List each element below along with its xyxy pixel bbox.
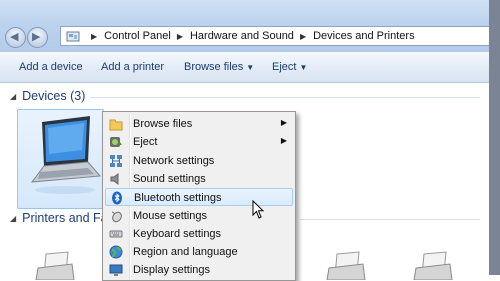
- command-bar: Add a device Add a printer Browse files ▼…: [0, 52, 489, 83]
- breadcrumb-devices-and-printers[interactable]: Devices and Printers: [313, 30, 415, 42]
- dropdown-caret-icon: ▼: [299, 63, 308, 72]
- globe-icon: [109, 245, 123, 259]
- control-panel-icon: [66, 31, 80, 42]
- menu-item-sound-settings[interactable]: Sound settings: [105, 170, 293, 188]
- menu-item-display-settings[interactable]: Display settings: [105, 261, 293, 279]
- menu-item-label: Display settings: [133, 264, 211, 276]
- collapse-triangle-icon[interactable]: ◢: [10, 92, 16, 101]
- back-arrow-icon: ◀: [10, 31, 19, 43]
- menu-item-region-and-language[interactable]: Region and language: [105, 243, 293, 261]
- printer-icon[interactable]: [325, 250, 367, 280]
- browse-files-button[interactable]: Browse files ▼: [184, 61, 254, 73]
- breadcrumb-separator-icon[interactable]: ▶: [177, 32, 183, 41]
- menu-item-label: Browse files: [133, 118, 193, 130]
- group-divider: [300, 219, 480, 220]
- address-bar[interactable]: ▶ Control Panel ▶ Hardware and Sound ▶ D…: [60, 26, 494, 46]
- add-device-button[interactable]: Add a device: [19, 61, 83, 73]
- window-edge: [489, 0, 500, 275]
- printers-group-header[interactable]: ◢ Printers and Fa: [10, 211, 108, 225]
- mouse-icon: [111, 211, 122, 223]
- submenu-arrow-icon: ▶: [280, 118, 287, 127]
- browse-files-label: Browse files: [184, 61, 244, 73]
- group-divider: [90, 97, 480, 98]
- back-button[interactable]: ◀: [5, 27, 26, 48]
- context-menu: Browse files ▶ Eject ▶ Network settings …: [102, 111, 296, 281]
- printer-icon[interactable]: [412, 250, 454, 280]
- collapse-triangle-icon[interactable]: ◢: [10, 214, 16, 223]
- devices-group-label: Devices (3): [22, 89, 86, 103]
- breadcrumb: ▶ Control Panel ▶ Hardware and Sound ▶ D…: [85, 30, 415, 42]
- bluetooth-icon: [112, 191, 122, 205]
- network-icon: [110, 155, 122, 167]
- dropdown-caret-icon: ▼: [246, 63, 255, 72]
- menu-item-browse-files[interactable]: Browse files ▶: [105, 115, 293, 133]
- menu-item-label: Region and language: [133, 246, 238, 258]
- breadcrumb-separator-icon[interactable]: ▶: [300, 32, 306, 41]
- forward-button[interactable]: ▶: [27, 27, 48, 48]
- forward-arrow-icon: ▶: [32, 31, 41, 43]
- menu-item-label: Sound settings: [133, 173, 206, 185]
- menu-item-network-settings[interactable]: Network settings: [105, 152, 293, 170]
- breadcrumb-separator-icon[interactable]: ▶: [91, 32, 97, 41]
- eject-label: Eject: [272, 61, 297, 73]
- add-printer-button[interactable]: Add a printer: [101, 61, 164, 73]
- submenu-arrow-icon: ▶: [280, 136, 287, 145]
- menu-item-label: Eject: [133, 136, 158, 148]
- menu-item-eject[interactable]: Eject ▶: [105, 133, 293, 151]
- speaker-icon: [110, 173, 119, 185]
- breadcrumb-control-panel[interactable]: Control Panel: [104, 30, 171, 42]
- menu-item-keyboard-settings[interactable]: Keyboard settings: [105, 225, 293, 243]
- devices-group-header[interactable]: ◢ Devices (3): [10, 89, 85, 103]
- printers-group-label: Printers and Fa: [22, 211, 108, 225]
- mouse-cursor-icon: [252, 200, 265, 219]
- folder-icon: [109, 119, 123, 131]
- menu-item-label: Keyboard settings: [133, 228, 222, 240]
- menu-item-label: Bluetooth settings: [134, 192, 222, 204]
- breadcrumb-hardware-and-sound[interactable]: Hardware and Sound: [190, 30, 294, 42]
- eject-button[interactable]: Eject ▼: [272, 61, 307, 73]
- window-titlebar: ◀ ▶ ▶ Control Panel ▶ Hardware and Sound…: [0, 0, 500, 52]
- printer-icon[interactable]: [34, 250, 76, 280]
- menu-item-label: Mouse settings: [133, 210, 207, 222]
- menu-item-label: Network settings: [133, 155, 215, 167]
- keyboard-icon: [109, 230, 123, 238]
- laptop-icon: [30, 116, 102, 194]
- eject-icon: [110, 137, 122, 147]
- device-laptop[interactable]: [17, 109, 104, 209]
